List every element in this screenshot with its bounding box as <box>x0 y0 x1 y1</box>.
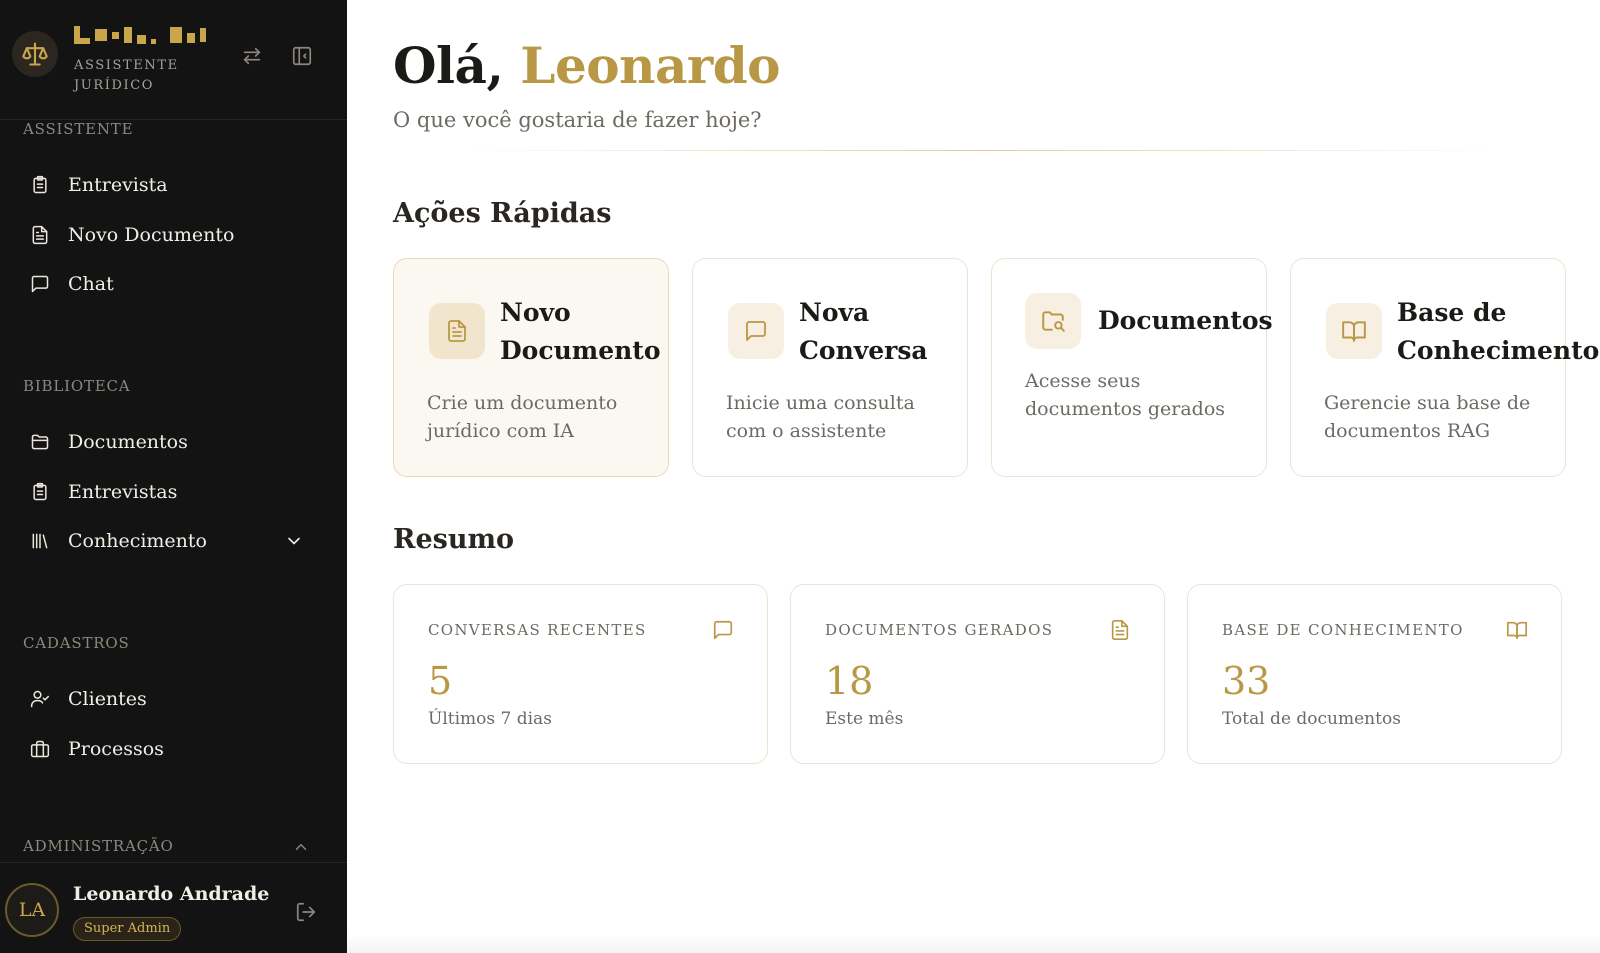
stat-card-documentos: DOCUMENTOS GERADOS 18 Este mês <box>790 584 1165 764</box>
quick-action-description: Inicie uma consulta com o assistente <box>726 392 915 442</box>
stat-value: 5 <box>428 659 453 703</box>
stat-value: 33 <box>1222 659 1271 703</box>
quick-action-description: Gerencie sua base de documentos RAG <box>1324 392 1531 442</box>
chevron-down-icon[interactable] <box>284 531 304 555</box>
greeting-heading: Olá, Leonardo <box>393 36 781 95</box>
sidebar-item-label: Processos <box>68 738 164 760</box>
book-open-icon <box>1506 619 1528 645</box>
document-icon <box>429 303 485 359</box>
sidebar-collapse-icon[interactable] <box>290 44 314 68</box>
page-subtitle: O que você gostaria de fazer hoje? <box>393 108 762 132</box>
quick-action-title-line: Conhecimento <box>1397 336 1600 365</box>
clipboard-icon <box>20 472 60 512</box>
greeting-user-name: Leonardo <box>520 36 781 95</box>
user-panel: LA Leonardo Andrade Super Admin <box>0 862 347 953</box>
quick-actions-title: Ações Rápidas <box>393 198 612 229</box>
chat-icon <box>728 303 784 359</box>
logout-icon[interactable] <box>295 901 317 927</box>
quick-action-title-line: Conversa <box>799 336 928 365</box>
quick-action-title-line: Documentos <box>1098 306 1273 335</box>
stat-note: Este mês <box>825 709 904 729</box>
greeting-prefix: Olá, <box>393 36 504 95</box>
stat-label: BASE DE CONHECIMENTO <box>1222 621 1464 639</box>
bottom-fade <box>347 935 1600 953</box>
sidebar-item-label: Entrevistas <box>68 481 178 503</box>
section-label-assistente: ASSISTENTE <box>23 120 134 138</box>
chevron-up-icon[interactable] <box>292 838 310 860</box>
chat-icon <box>712 619 734 645</box>
quick-action-title-line: Documento <box>500 336 661 365</box>
stat-label: CONVERSAS RECENTES <box>428 621 647 639</box>
sidebar-item-label: Chat <box>68 273 114 295</box>
section-label-administracao: ADMINISTRAÇÃO <box>23 837 174 855</box>
folder-icon <box>20 422 60 462</box>
sidebar-item-label: Conhecimento <box>68 530 207 552</box>
quick-action-description: Acesse seus documentos gerados <box>1025 370 1226 420</box>
quick-action-base-de-conhecimento[interactable]: Base de Conhecimento Gerencie sua base d… <box>1290 258 1599 477</box>
chat-icon <box>20 264 60 304</box>
sidebar-item-chat[interactable]: Chat <box>20 264 320 304</box>
main-content: Olá, Leonardo O que você gostaria de faz… <box>347 0 1600 953</box>
stat-card-conhecimento: BASE DE CONHECIMENTO 33 Total de documen… <box>1187 584 1562 764</box>
sidebar-item-clientes[interactable]: Clientes <box>20 679 320 719</box>
sidebar-item-label: Entrevista <box>68 174 168 196</box>
document-icon <box>20 215 60 255</box>
stat-note: Últimos 7 dias <box>428 709 552 729</box>
sidebar-item-label: Documentos <box>68 431 188 453</box>
brand-header: ASSISTENTE JURÍDICO <box>0 0 347 120</box>
scales-icon[interactable] <box>12 31 58 77</box>
quick-action-title-line: Base de <box>1397 298 1507 327</box>
user-name: Leonardo Andrade <box>73 883 270 905</box>
quick-action-title: Base de Conhecimento <box>1397 294 1599 370</box>
sidebar-item-entrevista[interactable]: Entrevista <box>20 165 320 205</box>
sidebar-item-conhecimento[interactable]: Conhecimento <box>20 521 320 561</box>
role-badge: Super Admin <box>73 917 182 941</box>
library-icon <box>20 521 60 561</box>
book-open-icon <box>1326 303 1382 359</box>
quick-action-documentos[interactable]: Documentos Acesse seus documentos gerado… <box>991 258 1273 477</box>
quick-action-title-line: Nova <box>799 298 870 327</box>
quick-action-description: Crie um documento jurídico com IA <box>427 392 618 442</box>
section-label-biblioteca: BIBLIOTECA <box>23 377 131 395</box>
brand-wordmark-logo <box>74 24 206 46</box>
summary-title: Resumo <box>393 524 515 555</box>
sidebar-item-label: Clientes <box>68 688 147 710</box>
clipboard-icon <box>20 165 60 205</box>
sidebar-item-novo-documento[interactable]: Novo Documento <box>20 215 320 255</box>
gold-divider <box>457 150 1507 151</box>
quick-action-title-line: Novo <box>500 298 571 327</box>
sidebar-item-entrevistas[interactable]: Entrevistas <box>20 472 320 512</box>
user-check-icon <box>20 679 60 719</box>
quick-action-title: Nova Conversa <box>799 294 928 370</box>
briefcase-icon <box>20 729 60 769</box>
quick-action-title: Novo Documento <box>500 294 661 370</box>
quick-action-novo-documento[interactable]: Novo Documento Crie um documento jurídic… <box>393 258 669 477</box>
quick-action-title: Documentos <box>1098 302 1273 340</box>
stat-note: Total de documentos <box>1222 709 1401 729</box>
document-icon <box>1109 619 1131 645</box>
sidebar-item-documentos[interactable]: Documentos <box>20 422 320 462</box>
stat-label: DOCUMENTOS GERADOS <box>825 621 1054 639</box>
sidebar-item-label: Novo Documento <box>68 224 235 246</box>
stat-value: 18 <box>825 659 874 703</box>
stat-card-conversas: CONVERSAS RECENTES 5 Últimos 7 dias <box>393 584 768 764</box>
quick-action-nova-conversa[interactable]: Nova Conversa Inicie uma consulta com o … <box>692 258 968 477</box>
section-label-cadastros: CADASTROS <box>23 634 130 652</box>
brand-subtitle: ASSISTENTE JURÍDICO <box>74 58 179 93</box>
sidebar-item-processos[interactable]: Processos <box>20 729 320 769</box>
folder-search-icon <box>1025 293 1081 349</box>
avatar[interactable]: LA <box>5 883 59 937</box>
sidebar: ASSISTENTE JURÍDICO ASSISTENTE Entrevist… <box>0 0 347 953</box>
swap-arrows-icon[interactable] <box>240 44 264 68</box>
